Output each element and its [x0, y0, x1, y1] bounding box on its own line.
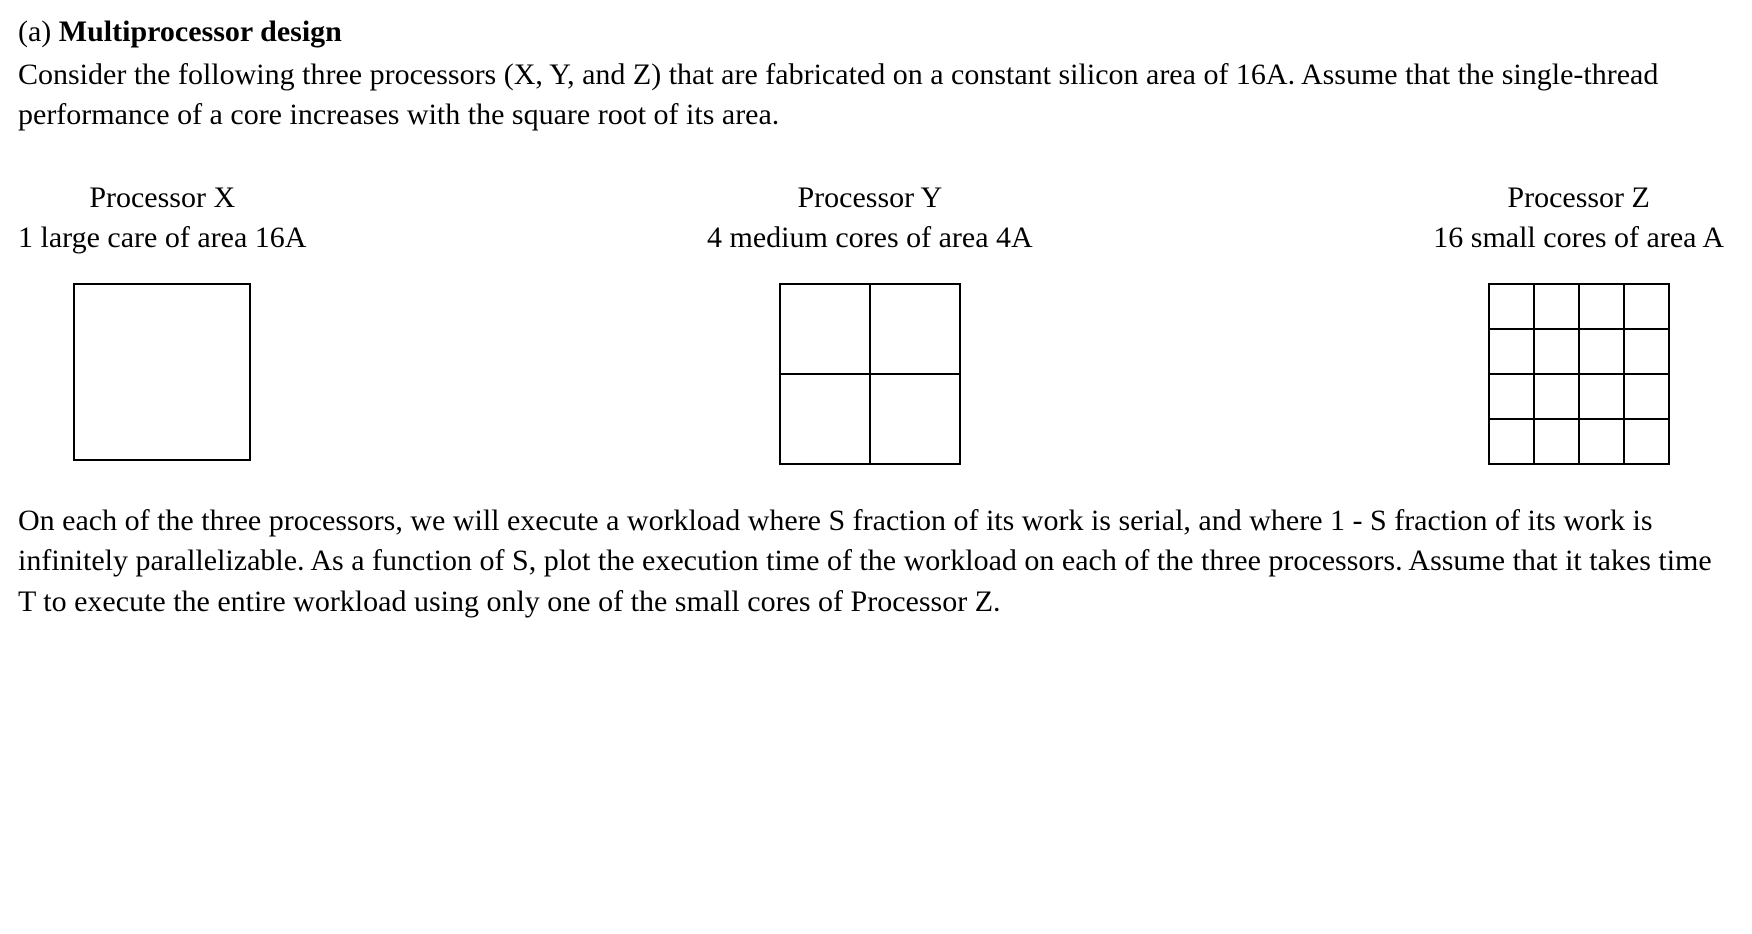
processor-z-diagram — [1488, 283, 1670, 465]
processor-z-core — [1534, 374, 1579, 419]
processors-row: Processor X 1 large care of area 16A Pro… — [18, 178, 1734, 465]
processor-z-core — [1489, 284, 1534, 329]
processor-y-column: Processor Y 4 medium cores of area 4A — [707, 178, 1033, 465]
processor-y-diagram — [779, 283, 961, 465]
heading: (a) Multiprocessor design — [18, 12, 1734, 53]
intro-paragraph: Consider the following three processors … — [18, 55, 1734, 136]
processor-z-core — [1579, 374, 1624, 419]
processor-z-name: Processor Z — [1507, 178, 1649, 219]
processor-z-core — [1489, 329, 1534, 374]
processor-y-name: Processor Y — [798, 178, 943, 219]
processor-z-grid — [1488, 283, 1670, 465]
processor-z-core — [1534, 329, 1579, 374]
processor-z-core — [1624, 419, 1669, 464]
processor-y-core — [780, 284, 870, 374]
processor-x-core — [73, 283, 251, 461]
processor-y-grid — [779, 283, 961, 465]
processor-z-desc: 16 small cores of area A — [1433, 218, 1724, 259]
processor-z-core — [1624, 329, 1669, 374]
processor-y-desc: 4 medium cores of area 4A — [707, 218, 1033, 259]
processor-z-core — [1579, 419, 1624, 464]
processor-y-core — [780, 374, 870, 464]
processor-x-name: Processor X — [89, 178, 235, 219]
processor-z-core — [1624, 374, 1669, 419]
processor-z-core — [1534, 419, 1579, 464]
processor-x-column: Processor X 1 large care of area 16A — [18, 178, 306, 465]
processor-x-desc: 1 large care of area 16A — [18, 218, 306, 259]
processor-z-core — [1534, 284, 1579, 329]
processor-z-core — [1579, 329, 1624, 374]
question-paragraph: On each of the three processors, we will… — [18, 501, 1734, 623]
processor-z-core — [1489, 419, 1534, 464]
processor-x-diagram — [73, 283, 251, 461]
processor-z-column: Processor Z 16 small cores of area A — [1433, 178, 1724, 465]
processor-z-core — [1579, 284, 1624, 329]
processor-z-core — [1624, 284, 1669, 329]
part-label: (a) — [18, 15, 51, 48]
part-title: Multiprocessor design — [59, 15, 342, 48]
processor-y-core — [870, 374, 960, 464]
processor-y-core — [870, 284, 960, 374]
processor-z-core — [1489, 374, 1534, 419]
